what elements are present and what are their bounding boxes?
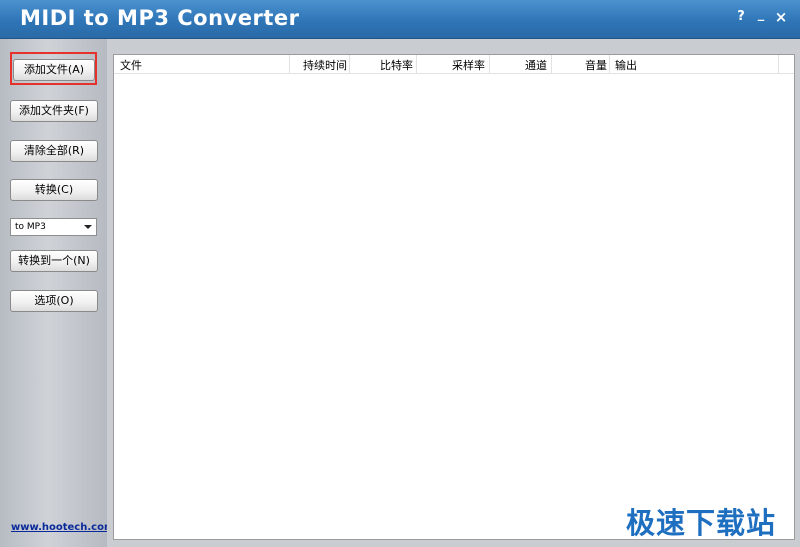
column-divider[interactable] (349, 55, 350, 73)
minimize-button[interactable]: _ (753, 7, 769, 23)
options-button[interactable]: 选项(O) (10, 290, 98, 312)
column-divider[interactable] (489, 55, 490, 73)
clear-all-button[interactable]: 清除全部(R) (10, 140, 98, 162)
add-folder-button[interactable]: 添加文件夹(F) (10, 100, 98, 122)
column-divider[interactable] (551, 55, 552, 73)
format-select[interactable]: to MP3 (10, 218, 97, 236)
column-divider[interactable] (778, 55, 779, 73)
convert-to-one-button[interactable]: 转换到一个(N) (10, 250, 98, 272)
format-select-value: to MP3 (15, 222, 46, 232)
column-divider[interactable] (289, 55, 290, 73)
title-bar[interactable]: MIDI to MP3 Converter ? _ × (0, 0, 800, 39)
sidebar: 添加文件(A) 添加文件夹(F) 清除全部(R) 转换(C) to MP3 转换… (0, 39, 114, 547)
convert-button[interactable]: 转换(C) (10, 179, 98, 201)
column-header-duration[interactable]: 持续时间 (303, 57, 347, 73)
window-title: MIDI to MP3 Converter (20, 6, 300, 30)
chevron-down-icon[interactable] (84, 225, 92, 229)
help-button[interactable]: ? (733, 9, 749, 25)
column-header-output[interactable]: 输出 (615, 57, 637, 73)
column-header-volume[interactable]: 音量 (585, 57, 607, 73)
column-header-channel[interactable]: 通道 (525, 57, 547, 73)
column-header-file[interactable]: 文件 (120, 57, 142, 73)
website-link[interactable]: www.hootech.com (11, 522, 114, 533)
close-button[interactable]: × (773, 9, 789, 25)
column-divider[interactable] (609, 55, 610, 73)
column-header-bitrate[interactable]: 比特率 (380, 57, 413, 73)
column-header-samplerate[interactable]: 采样率 (452, 57, 485, 73)
main-area: 文件 持续时间 比特率 采样率 通道 音量 输出 (107, 39, 800, 547)
file-list[interactable]: 文件 持续时间 比特率 采样率 通道 音量 输出 (113, 54, 795, 540)
file-list-header: 文件 持续时间 比特率 采样率 通道 音量 输出 (114, 55, 794, 74)
app-window: MIDI to MP3 Converter ? _ × 添加文件(A) 添加文件… (0, 0, 800, 547)
watermark-text: 极速下载站 (626, 506, 777, 540)
add-file-button[interactable]: 添加文件(A) (13, 59, 95, 81)
column-divider[interactable] (416, 55, 417, 73)
